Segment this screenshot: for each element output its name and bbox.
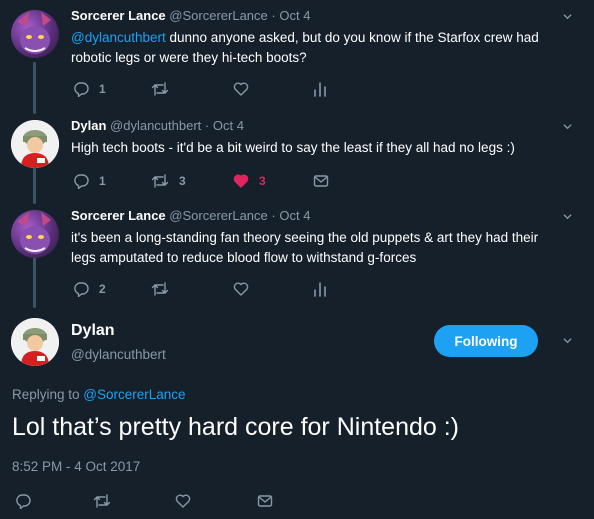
avatar[interactable] [11,10,59,58]
tweet[interactable]: Dylan @dylancuthbert · Oct 4 High tech b… [0,110,594,202]
tweet-header: Sorcerer Lance @SorcererLance · Oct 4 [71,8,310,23]
author-handle[interactable]: @SorcererLance [169,8,267,23]
author-name[interactable]: Sorcerer Lance [71,8,166,23]
heart-icon [233,282,249,296]
retweet-count: 3 [179,174,186,188]
following-button[interactable]: Following [434,325,538,357]
dot-separator: · [271,208,276,223]
reply-icon [74,174,89,189]
retweet-icon [93,494,111,508]
tweet-text: High tech boots - it'd be a bit weird to… [71,138,576,158]
tweet[interactable]: Sorcerer Lance @SorcererLance · Oct 4 @d… [0,0,594,110]
replying-label: Replying to [12,387,84,402]
direct-message-button[interactable] [313,172,329,190]
tweet-text-line: robotic legs or were they hi-tech boots? [71,50,307,65]
heart-icon [233,82,249,96]
tweet-header: Dylan @dylancuthbert · Oct 4 [71,118,244,133]
chevron-down-icon[interactable] [563,336,572,345]
author-name[interactable]: Dylan [71,118,106,133]
retweet-icon [151,282,169,296]
envelope-icon [257,495,273,507]
reply-icon [16,494,31,509]
tweet[interactable]: Sorcerer Lance @SorcererLance · Oct 4 it… [0,200,594,310]
tweet-text: it's been a long-standing fan theory see… [71,228,576,268]
reply-button[interactable] [15,492,31,510]
like-button[interactable] [233,280,249,298]
tweet-text-line: legs amputated to reduce blood flow to w… [71,250,417,265]
heart-icon [233,174,249,188]
analytics-button[interactable] [313,280,327,298]
like-button[interactable]: 3 [233,172,266,190]
tweet-text-line: it's been a long-standing fan theory see… [71,230,539,245]
tweet-date[interactable]: Oct 4 [279,208,310,223]
tweet-text: @dylancuthbert dunno anyone asked, but d… [71,28,576,68]
analytics-button[interactable] [313,80,327,98]
retweet-button[interactable] [93,492,111,510]
retweet-icon [151,82,169,96]
tweet-date[interactable]: Oct 4 [279,8,310,23]
tweet-timestamp[interactable]: 8:52 PM - 4 Oct 2017 [12,459,140,474]
retweet-button[interactable]: 3 [151,172,186,190]
direct-message-button[interactable] [257,492,273,510]
chevron-down-icon[interactable] [563,12,572,21]
like-button[interactable] [175,492,191,510]
analytics-icon [314,82,326,97]
tweet-text-line: dunno anyone asked, but do you know if t… [165,30,539,45]
tweet-actions: 1 [71,80,361,98]
tweet-header: Sorcerer Lance @SorcererLance · Oct 4 [71,208,310,223]
analytics-icon [314,282,326,297]
dot-separator: · [271,8,276,23]
like-count: 3 [259,174,266,188]
dot-separator: · [204,118,210,133]
mention-link[interactable]: @dylancuthbert [71,30,166,45]
reply-count: 1 [99,82,106,96]
tweet-date[interactable]: Oct 4 [213,118,244,133]
tweet-actions: 2 [71,280,361,298]
avatar[interactable] [11,120,59,168]
reply-count: 1 [99,174,106,188]
author-name[interactable]: Sorcerer Lance [71,208,166,223]
envelope-icon [313,175,329,187]
mention-link[interactable]: @SorcererLance [83,387,185,402]
retweet-button[interactable] [151,280,169,298]
reply-button[interactable]: 1 [73,172,106,190]
chevron-down-icon[interactable] [563,122,572,131]
tweet-text-line: High tech boots - it'd be a bit weird to… [71,140,515,155]
avatar[interactable] [11,318,59,366]
chevron-down-icon[interactable] [563,212,572,221]
retweet-icon [151,174,169,188]
retweet-button[interactable] [151,80,169,98]
replying-to: Replying to @SorcererLance [12,387,186,402]
author-handle[interactable]: @SorcererLance [169,208,267,223]
author-handle[interactable]: @dylancuthbert [110,118,201,133]
reply-button[interactable]: 2 [73,280,106,298]
reply-count: 2 [99,282,106,296]
author-name[interactable]: Dylan [71,322,115,340]
like-button[interactable] [233,80,249,98]
focused-tweet-text: Lol that’s pretty hard core for Nintendo… [12,413,459,441]
tweet-actions: 1 3 3 [71,172,371,190]
reply-button[interactable]: 1 [73,80,106,98]
author-handle[interactable]: @dylancuthbert [71,347,166,362]
reply-icon [74,82,89,97]
heart-icon [175,494,191,508]
avatar[interactable] [11,210,59,258]
reply-icon [74,282,89,297]
tweet-actions [13,492,283,510]
